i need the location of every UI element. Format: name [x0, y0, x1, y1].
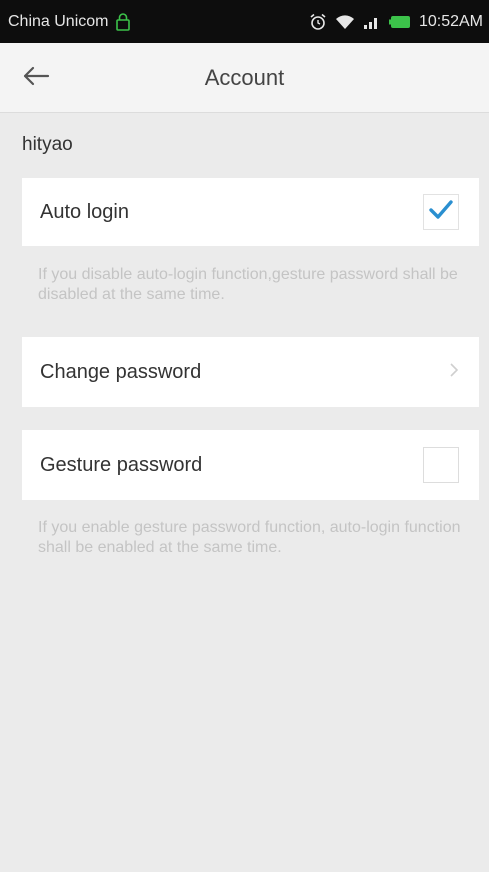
account-username: hityao — [22, 134, 73, 155]
page-title: Account — [204, 65, 285, 90]
auto-login-label: Auto login — [40, 200, 129, 223]
gesture-password-label: Gesture password — [40, 453, 203, 476]
carrier-name: China Unicom — [8, 12, 109, 30]
chevron-right-icon — [449, 362, 459, 383]
alarm-icon — [309, 13, 327, 31]
auto-login-note: If you disable auto-login function,gestu… — [38, 266, 458, 303]
gesture-password-row[interactable]: Gesture password — [22, 430, 479, 500]
wifi-icon — [335, 14, 355, 30]
checkmark-icon — [428, 199, 454, 226]
gesture-password-checkbox[interactable] — [423, 447, 459, 483]
auto-login-checkbox[interactable] — [423, 194, 459, 230]
gesture-password-note: If you enable gesture password function,… — [38, 519, 461, 556]
app-bar: Account — [0, 43, 489, 113]
change-password-row[interactable]: Change password — [22, 337, 479, 407]
lock-icon — [116, 12, 131, 31]
signal-icon — [363, 14, 381, 30]
auto-login-row[interactable]: Auto login — [22, 178, 479, 246]
status-time: 10:52AM — [418, 12, 483, 30]
battery-icon — [388, 15, 411, 29]
status-bar: China Unicom 10:52AM — [0, 0, 489, 43]
change-password-label: Change password — [40, 360, 202, 383]
